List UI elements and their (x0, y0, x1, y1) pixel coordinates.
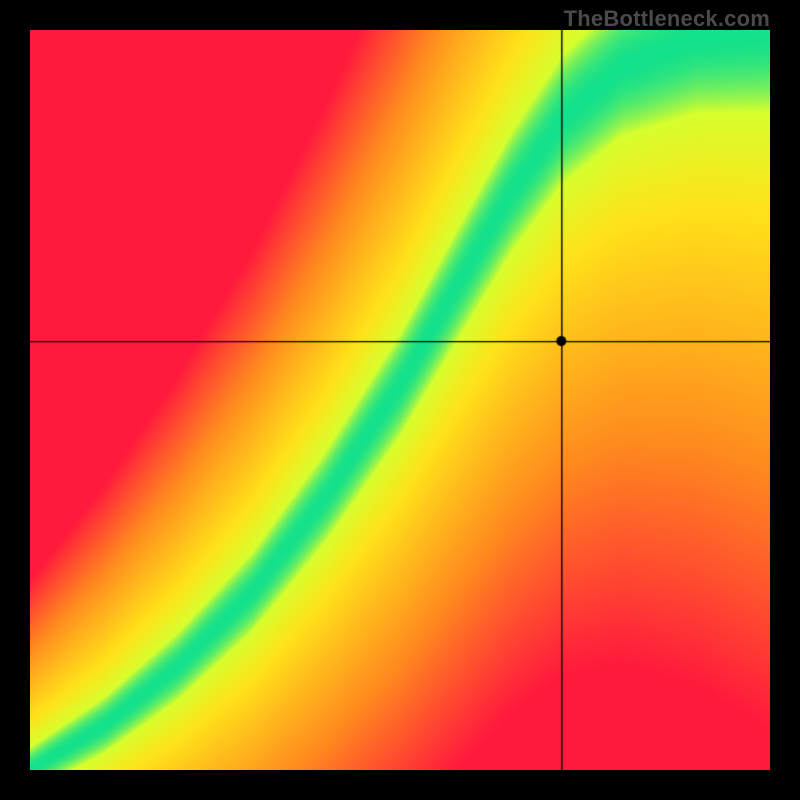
heatmap-canvas (30, 30, 770, 770)
chart-frame: TheBottleneck.com (0, 0, 800, 800)
watermark-text: TheBottleneck.com (564, 6, 770, 32)
